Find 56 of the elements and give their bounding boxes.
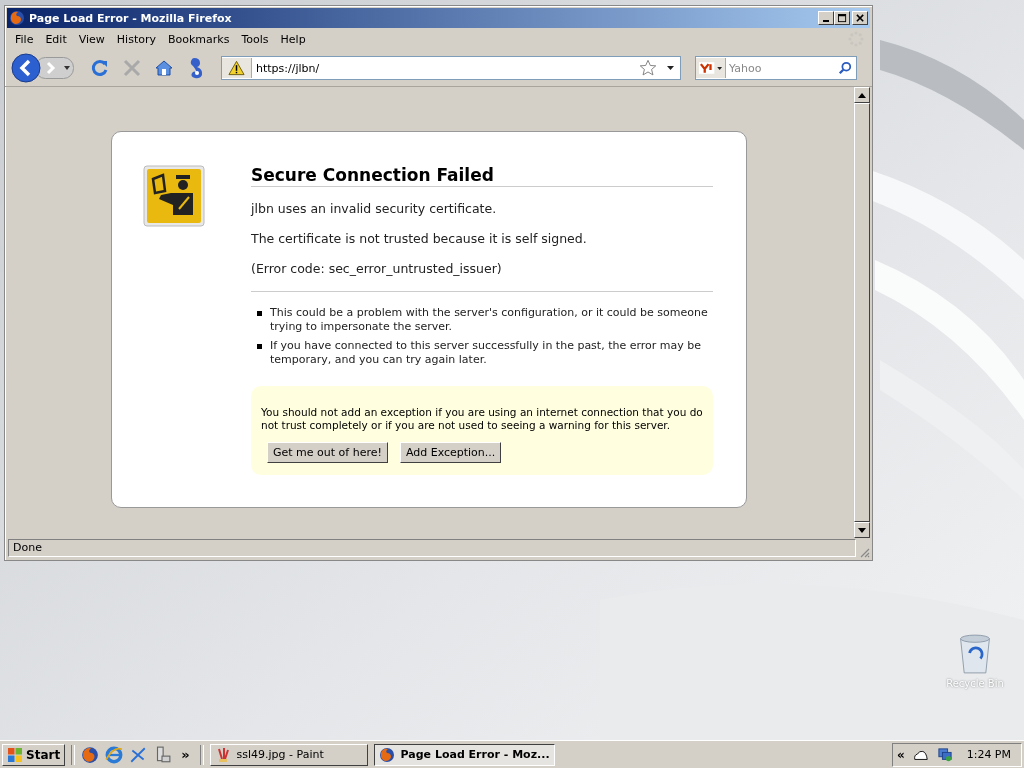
home-icon — [154, 58, 174, 78]
warning-text: You should not add an exception if you are using an internet connection that you do not trust completely or if you are not used to seeing a warning for this server. — [261, 406, 703, 432]
star-icon[interactable] — [639, 59, 657, 77]
error-message: jlbn uses an invalid security certificate. — [251, 201, 498, 216]
internet-explorer-icon[interactable] — [105, 745, 124, 764]
menu-item[interactable]: Edit — [39, 30, 73, 48]
status-text: Done — [8, 539, 856, 557]
clock: 1:24 PM — [966, 748, 1011, 761]
menu-item[interactable]: History — [110, 30, 162, 48]
close-button[interactable] — [852, 11, 868, 25]
network-icon[interactable] — [936, 747, 953, 762]
menu-item[interactable]: Tools — [235, 30, 275, 48]
tray-expand-button[interactable]: « — [896, 747, 905, 762]
search-engine-icon[interactable] — [696, 58, 726, 78]
stop-icon — [122, 58, 142, 78]
resize-grip-icon[interactable] — [858, 546, 870, 558]
vertical-scrollbar[interactable] — [853, 87, 870, 538]
minimize-button[interactable] — [818, 11, 834, 25]
action-button[interactable]: Get me out of here! — [267, 442, 388, 463]
error-message: The certificate is not trusted because it is self signed. — [251, 231, 588, 246]
officer-icon — [143, 165, 205, 227]
windows-logo-icon — [7, 746, 23, 763]
search-icon[interactable] — [838, 61, 852, 75]
bullet-icon — [257, 344, 262, 349]
dropdown-arrow-icon[interactable] — [667, 66, 674, 70]
menu-item[interactable]: Bookmarks — [162, 30, 236, 48]
menu-item[interactable]: View — [72, 30, 111, 48]
reload-icon — [90, 58, 110, 78]
warning-icon — [222, 58, 252, 78]
bullet-text: If you have connected to this server successfully in the past, the error may be temporary, and you can try again later. — [270, 339, 703, 367]
bullet-icon — [257, 311, 262, 316]
maximize-icon — [837, 13, 847, 23]
start-button[interactable]: Start — [2, 743, 66, 766]
close-icon — [855, 13, 865, 23]
overflow-button[interactable]: » — [177, 747, 194, 762]
search-bar[interactable]: Yahoo — [695, 56, 857, 80]
bullet-text: This could be a problem with the server's configuration, or it could be someone trying to impersonate the server. — [270, 306, 709, 334]
back-button[interactable] — [11, 53, 41, 83]
minimize-icon — [823, 19, 829, 22]
scroll-up-icon[interactable] — [858, 92, 866, 98]
window-title: Page Load Error - Mozilla Firefox — [29, 11, 233, 25]
menu-item[interactable]: Help — [274, 30, 312, 48]
error-message: (Error code: sec_error_untrusted_issuer) — [251, 261, 503, 276]
firefox-icon[interactable] — [81, 745, 100, 764]
firefox-icon — [378, 746, 395, 763]
search-field[interactable]: Yahoo — [729, 60, 835, 76]
taskbar-button[interactable]: ssl49.jpg - Paint — [209, 743, 368, 766]
menu-item[interactable]: File — [9, 30, 40, 48]
address-bar[interactable]: https://jlbn/ — [221, 56, 681, 80]
scroll-down-icon[interactable] — [858, 527, 866, 533]
firefox-icon — [9, 10, 25, 26]
maximize-button[interactable] — [834, 11, 850, 25]
taskbar-button[interactable]: Page Load Error - Moz... — [373, 743, 555, 766]
action-button[interactable]: Add Exception... — [399, 442, 502, 463]
address-field[interactable]: https://jlbn/ — [256, 60, 635, 76]
error-title: Secure Connection Failed — [251, 165, 713, 187]
